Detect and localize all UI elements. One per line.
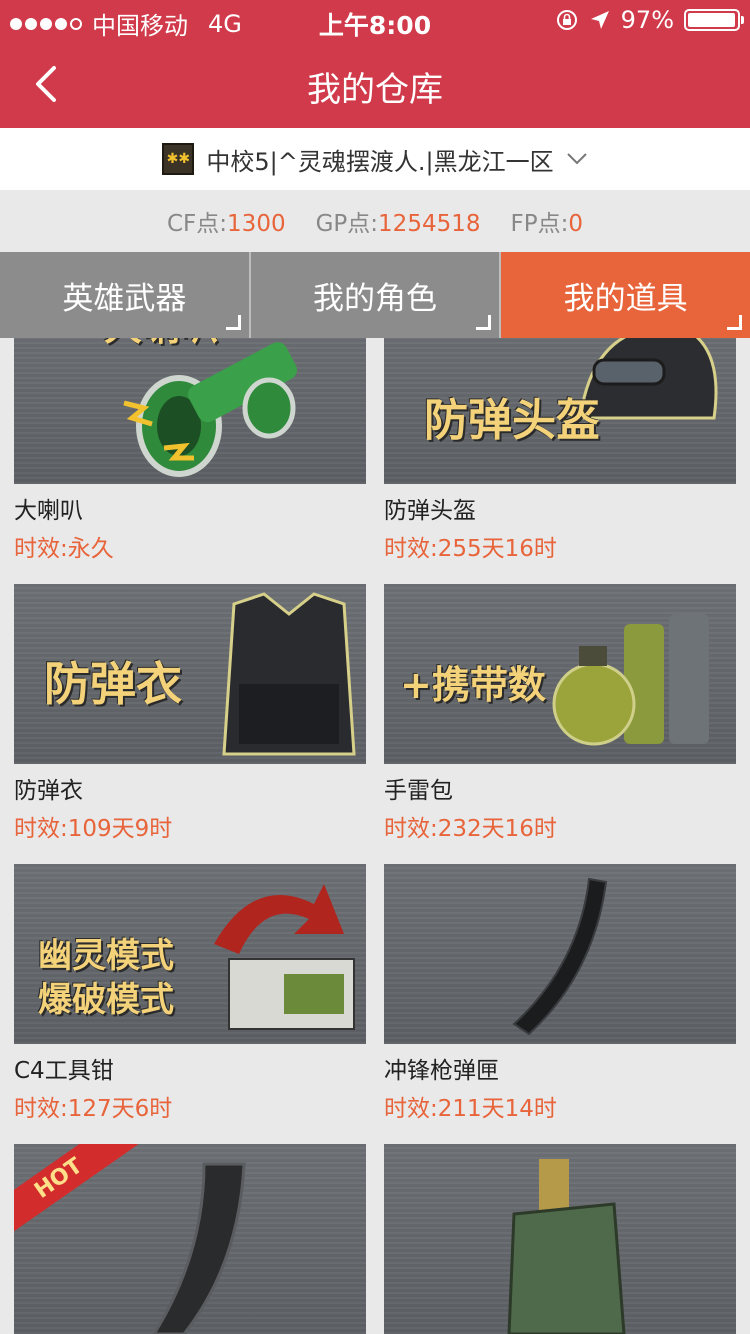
server-label: 中校5|^灵魂摆渡人.|黑龙江一区 xyxy=(206,147,554,176)
category-tabs: 英雄武器 我的角色 我的道具 xyxy=(0,252,750,338)
server-selector[interactable]: ✱✱ 中校5|^灵魂摆渡人.|黑龙江一区 xyxy=(0,128,750,190)
chevron-down-icon xyxy=(566,153,587,165)
cf-points-label: CF点: xyxy=(167,211,228,237)
item-name: 防弹衣 xyxy=(14,778,83,804)
item-grid: 大喇叭 大喇叭 时效:永久 防弹头盔 防弹头盔 时效:255天16时 xyxy=(0,338,750,1334)
item-image: 防弹头盔 xyxy=(384,338,736,484)
item-art-text: +携带数 xyxy=(400,663,546,707)
art-line-1: 幽灵模式 xyxy=(38,936,174,976)
fp-points-value: 0 xyxy=(568,211,583,237)
item-duration: 时效:255天16时 xyxy=(384,536,557,562)
item-art-text: 大喇叭 xyxy=(104,338,218,351)
battery-icon xyxy=(684,9,744,31)
tab-label: 我的道具 xyxy=(563,280,688,317)
item-card[interactable]: 幽灵模式 爆破模式 C4工具钳 时效:127天6时 xyxy=(14,864,366,1126)
top-bar: 中国移动 4G 上午8:00 97% 我的仓库 xyxy=(0,0,750,128)
fp-points: FP点:0 xyxy=(510,204,583,238)
item-card[interactable]: +携带数 手雷包 时效:232天16时 xyxy=(384,584,736,846)
tab-hero-weapons[interactable]: 英雄武器 xyxy=(0,252,249,338)
item-art-text: 幽灵模式 爆破模式 xyxy=(38,934,174,1022)
item-duration: 时效:232天16时 xyxy=(384,816,557,842)
item-name: 手雷包 xyxy=(384,778,453,804)
item-image: 大喇叭 xyxy=(14,338,366,484)
item-image: +携带数 xyxy=(384,584,736,764)
fp-points-label: FP点: xyxy=(510,211,569,237)
megaphone-icon xyxy=(123,342,297,477)
tab-my-items[interactable]: 我的道具 xyxy=(499,252,750,338)
item-art-text: 防弹衣 xyxy=(44,657,182,711)
item-image: HOT xyxy=(14,1144,366,1334)
battery-percent: 97% xyxy=(620,6,674,34)
item-image: 幽灵模式 爆破模式 xyxy=(14,864,366,1044)
tab-label: 我的角色 xyxy=(313,280,437,317)
ammo-box-icon xyxy=(507,1159,626,1334)
tab-label: 英雄武器 xyxy=(62,280,187,317)
item-card[interactable]: 冲锋枪弹匣 时效:211天14时 xyxy=(384,864,736,1126)
item-card[interactable]: 防弹头盔 防弹头盔 时效:255天16时 xyxy=(384,338,736,566)
item-name: C4工具钳 xyxy=(14,1058,114,1084)
item-card[interactable]: 防弹衣 防弹衣 时效:109天9时 xyxy=(14,584,366,846)
points-bar: CF点:1300 GP点:1254518 FP点:0 xyxy=(0,190,750,252)
location-arrow-icon xyxy=(590,11,609,29)
gp-points-label: GP点: xyxy=(315,211,379,237)
tab-my-characters[interactable]: 我的角色 xyxy=(248,252,500,338)
cf-points: CF点:1300 xyxy=(167,204,286,238)
art-line-2: 爆破模式 xyxy=(38,980,174,1020)
item-image xyxy=(384,1144,736,1334)
status-bar: 中国移动 4G 上午8:00 97% xyxy=(0,0,750,40)
rotation-lock-icon xyxy=(556,10,577,30)
item-duration: 时效:109天9时 xyxy=(14,816,173,842)
item-name: 防弹头盔 xyxy=(384,498,476,524)
magazine-icon xyxy=(512,877,608,1036)
item-duration: 时效:127天6时 xyxy=(14,1096,173,1122)
corner-indicator-icon xyxy=(727,315,743,330)
item-image: 防弹衣 xyxy=(14,584,366,764)
item-name: 大喇叭 xyxy=(14,498,83,524)
item-duration: 时效:永久 xyxy=(14,536,114,562)
corner-indicator-icon xyxy=(476,315,492,330)
item-card[interactable]: HOT xyxy=(14,1144,366,1334)
status-right: 97% xyxy=(555,6,744,34)
page-title: 我的仓库 xyxy=(307,70,443,110)
gp-points: GP点:1254518 xyxy=(316,204,481,238)
gp-points-value: 1254518 xyxy=(378,211,481,237)
rank-badge-icon: ✱✱ xyxy=(162,143,195,175)
item-image xyxy=(384,864,736,1044)
item-art-text: 防弹头盔 xyxy=(424,395,600,446)
item-duration: 时效:211天14时 xyxy=(384,1096,557,1122)
item-card[interactable]: 大喇叭 大喇叭 时效:永久 xyxy=(14,338,366,566)
corner-indicator-icon xyxy=(225,315,241,330)
item-card[interactable] xyxy=(384,1144,736,1334)
cf-points-value: 1300 xyxy=(227,211,286,237)
item-name: 冲锋枪弹匣 xyxy=(384,1058,499,1084)
